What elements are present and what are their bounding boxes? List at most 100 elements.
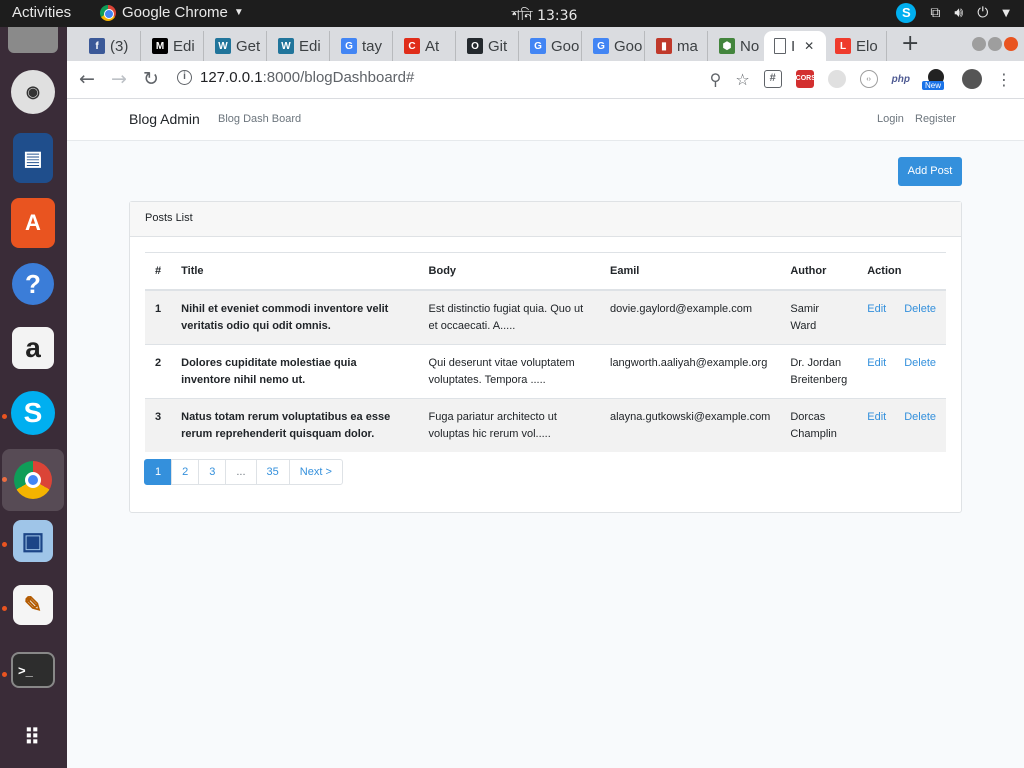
tab-label: At bbox=[425, 37, 440, 55]
wordpress-icon: W bbox=[215, 38, 231, 54]
files-icon[interactable] bbox=[8, 27, 58, 53]
post-title: Nihil et eveniet commodi inventore velit… bbox=[171, 289, 419, 345]
libreoffice-writer-icon[interactable]: ▤ bbox=[13, 133, 53, 183]
dashboard-link[interactable]: Blog Dash Board bbox=[218, 113, 301, 125]
tab-label: (3) bbox=[110, 37, 129, 55]
chrome-dock-icon[interactable] bbox=[2, 449, 64, 511]
cors-extension-icon[interactable]: CORS bbox=[795, 70, 816, 88]
browser-tab[interactable]: L Elo bbox=[825, 31, 887, 61]
clock[interactable]: শনি 13:36 bbox=[512, 4, 577, 28]
back-button[interactable]: ← bbox=[79, 68, 95, 90]
address-bar[interactable]: i 127.0.0.1:8000/blogDashboard# bbox=[177, 69, 414, 86]
new-extension-icon[interactable]: New bbox=[922, 69, 948, 90]
github-icon: O bbox=[467, 38, 483, 54]
profile-avatar[interactable] bbox=[962, 69, 982, 89]
volume-icon[interactable]: 🔊︎ bbox=[954, 5, 963, 21]
register-link[interactable]: Register bbox=[915, 113, 956, 125]
skype-icon[interactable]: S bbox=[11, 391, 55, 435]
amazon-icon[interactable]: a bbox=[12, 327, 54, 369]
system-menu-chevron-icon[interactable]: ▼ bbox=[1002, 8, 1010, 19]
info-icon[interactable]: i bbox=[177, 70, 192, 85]
page-link[interactable]: 35 bbox=[255, 459, 290, 485]
dock: ◉ ▤ A ? a S ▣ ✎ >_ ⠿ bbox=[0, 27, 67, 768]
post-title: Dolores cupiditate molestiae quia invent… bbox=[171, 344, 419, 399]
tab-label: tay bbox=[362, 37, 383, 55]
php-extension-icon[interactable]: php bbox=[892, 74, 910, 85]
post-body: Est distinctio fugiat quia. Quo ut et oc… bbox=[418, 289, 600, 345]
document-icon bbox=[774, 38, 786, 54]
ubuntu-software-icon[interactable]: A bbox=[11, 198, 55, 248]
table-header-row: # Title Body Eamil Author Action bbox=[145, 252, 946, 291]
header-body: Body bbox=[418, 252, 600, 291]
next-page-button[interactable]: Next > bbox=[288, 459, 343, 485]
post-author: Samir Ward bbox=[780, 289, 858, 345]
editor-running-indicator bbox=[2, 606, 7, 611]
reload-button[interactable]: ↻ bbox=[143, 68, 159, 90]
page-link[interactable]: 3 bbox=[198, 459, 227, 485]
browser-tab[interactable]: M Edi bbox=[142, 31, 204, 61]
page-link[interactable]: 1 bbox=[144, 459, 173, 485]
login-link[interactable]: Login bbox=[877, 113, 904, 125]
header-email: Eamil bbox=[600, 252, 781, 291]
close-tab-icon[interactable]: ✕ bbox=[804, 39, 814, 53]
browser-tab[interactable]: W Get bbox=[205, 31, 267, 61]
forward-button[interactable]: → bbox=[111, 68, 127, 90]
extension-gray-icon[interactable] bbox=[827, 70, 846, 88]
browser-tab[interactable]: G Goo bbox=[520, 31, 582, 61]
show-applications-icon[interactable]: ⠿ bbox=[8, 713, 58, 763]
browser-tab[interactable]: C At bbox=[394, 31, 456, 61]
post-body: Fuga pariatur architecto ut voluptas hic… bbox=[418, 398, 600, 452]
row-number: 2 bbox=[145, 344, 172, 399]
new-tab-button[interactable]: + bbox=[901, 31, 919, 56]
delete-link[interactable]: Delete bbox=[904, 357, 936, 369]
nodejs-icon: ⬢ bbox=[719, 38, 735, 54]
maximize-icon[interactable] bbox=[988, 37, 1002, 51]
browser-tab[interactable]: O Git bbox=[457, 31, 519, 61]
browser-tab[interactable]: ▮ ma bbox=[646, 31, 708, 61]
row-number: 1 bbox=[145, 289, 172, 345]
browser-tab[interactable]: W Edi bbox=[268, 31, 330, 61]
skype-tray-icon[interactable]: S bbox=[896, 3, 917, 23]
app-menu[interactable]: Google Chrome ▼ bbox=[100, 4, 244, 21]
table-row: 2 Dolores cupiditate molestiae quia inven… bbox=[145, 344, 946, 399]
browser-tab[interactable]: Gtay bbox=[331, 31, 393, 61]
add-post-button[interactable]: Add Post bbox=[898, 157, 962, 186]
row-actions: Edit Delete bbox=[857, 289, 946, 345]
edit-link[interactable]: Edit bbox=[867, 411, 886, 423]
site-navbar: Blog Admin Blog Dash Board Login Registe… bbox=[67, 99, 1024, 141]
network-icon[interactable]: ⧉ bbox=[930, 5, 940, 21]
zoom-icon[interactable]: ⚲ bbox=[710, 70, 722, 89]
browser-tab[interactable]: G Goo bbox=[583, 31, 645, 61]
minimize-icon[interactable] bbox=[972, 37, 986, 51]
more-menu-icon[interactable]: ⋮ bbox=[996, 70, 1012, 89]
web-page: Blog Admin Blog Dash Board Login Registe… bbox=[67, 99, 1024, 768]
delete-link[interactable]: Delete bbox=[904, 411, 936, 423]
browser-tab[interactable]: I ✕ bbox=[764, 31, 826, 61]
rhythmbox-icon[interactable]: ◉ bbox=[11, 70, 55, 114]
edit-link[interactable]: Edit bbox=[867, 303, 886, 315]
terminal-running-indicator bbox=[2, 672, 7, 677]
extension-grid-icon[interactable]: # bbox=[763, 70, 782, 88]
page-link[interactable]: 2 bbox=[171, 459, 200, 485]
browser-tab[interactable]: ⬢ No bbox=[709, 31, 771, 61]
post-author: Dr. Jordan Breitenberg bbox=[780, 344, 858, 399]
power-icon[interactable]: ⏻ bbox=[977, 5, 988, 21]
row-actions: Edit Delete bbox=[857, 344, 946, 399]
posts-card: Posts List # Title Body Eamil Author Act… bbox=[129, 201, 962, 513]
extension-code-icon[interactable]: ‹› bbox=[859, 70, 878, 88]
browser-tab[interactable]: f (3) bbox=[79, 31, 141, 61]
terminal-icon[interactable]: >_ bbox=[11, 652, 55, 688]
edit-link[interactable]: Edit bbox=[867, 357, 886, 369]
skype-running-indicator bbox=[2, 414, 7, 419]
delete-link[interactable]: Delete bbox=[904, 303, 936, 315]
browser-toolbar: ← → ↻ i 127.0.0.1:8000/blogDashboard# ⚲ … bbox=[67, 61, 1024, 99]
help-icon[interactable]: ? bbox=[12, 263, 54, 305]
close-window-icon[interactable] bbox=[1004, 37, 1018, 51]
brand-link[interactable]: Blog Admin bbox=[129, 111, 200, 127]
text-editor-icon[interactable]: ✎ bbox=[13, 585, 53, 625]
bookmark-star-icon[interactable]: ☆ bbox=[735, 70, 749, 89]
virtualbox-icon[interactable]: ▣ bbox=[13, 520, 53, 562]
chrome-icon bbox=[100, 4, 116, 21]
activities-button[interactable]: Activities bbox=[12, 4, 71, 21]
medium-icon: M bbox=[152, 38, 168, 54]
